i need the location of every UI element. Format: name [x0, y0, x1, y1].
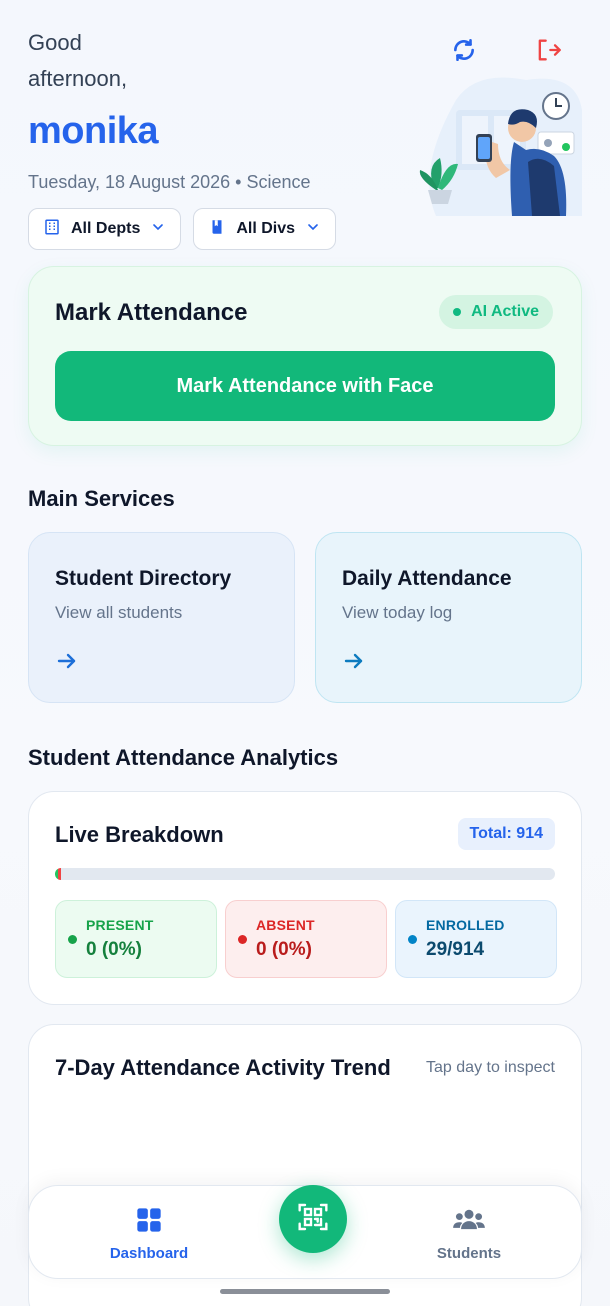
mark-attendance-card: Mark Attendance AI Active Mark Attendanc…: [28, 266, 582, 446]
ai-status-badge: AI Active: [439, 295, 553, 329]
present-dot: [68, 935, 77, 944]
student-directory-card[interactable]: Student Directory View all students: [28, 532, 295, 703]
user-name: monika: [28, 110, 159, 152]
present-stat: PRESENT 0 (0%): [55, 900, 217, 978]
total-badge: Total: 914: [457, 818, 555, 850]
chevron-down-icon: [150, 219, 166, 240]
users-icon: [452, 1206, 486, 1239]
date-line: Tuesday, 18 August 2026 • Science: [28, 172, 311, 192]
div-filter-dropdown[interactable]: All Divs: [193, 208, 337, 250]
attendance-progress-bar: [55, 868, 555, 880]
stat-value: 29/914: [426, 939, 485, 960]
building-icon: [43, 218, 61, 241]
stat-value: 0 (0%): [86, 939, 142, 960]
refresh-icon[interactable]: [448, 34, 480, 66]
greeting-line-2: afternoon,: [28, 66, 128, 91]
service-subtitle: View all students: [55, 603, 183, 622]
enrolled-stat: ENROLLED 29/914: [395, 900, 557, 978]
service-subtitle: View today log: [342, 603, 453, 622]
nav-label: Students: [436, 1245, 502, 1262]
enrolled-dot: [408, 935, 417, 944]
service-title: Daily Attendance: [342, 567, 512, 590]
student-illustration: [416, 70, 582, 216]
stat-label: ENROLLED: [426, 917, 505, 933]
status-dot: [453, 308, 462, 316]
book-icon: [208, 218, 226, 241]
live-breakdown-card: Live Breakdown Total: 914 PRESENT 0 (0%)…: [28, 791, 582, 1005]
trend-title: 7-Day Attendance Activity Trend: [55, 1055, 391, 1080]
main-services-title: Main Services: [28, 486, 175, 511]
dept-filter-label: All Depts: [71, 220, 141, 237]
trend-hint[interactable]: Tap day to inspect: [426, 1059, 555, 1077]
qr-scan-button[interactable]: [279, 1185, 347, 1253]
home-indicator: [220, 1289, 390, 1294]
stat-label: PRESENT: [86, 917, 154, 933]
nav-label: Dashboard: [109, 1245, 189, 1262]
greeting-line-1: Good: [28, 30, 82, 55]
stat-value: 0 (0%): [256, 939, 312, 960]
service-title: Student Directory: [55, 567, 232, 590]
absent-dot: [238, 935, 247, 944]
mark-attendance-title: Mark Attendance: [55, 299, 248, 326]
bottom-nav: Dashboard Students: [28, 1185, 582, 1279]
dept-filter-dropdown[interactable]: All Depts: [28, 208, 182, 250]
daily-attendance-card[interactable]: Daily Attendance View today log: [315, 532, 582, 703]
logout-icon[interactable]: [532, 34, 564, 66]
absent-stat: ABSENT 0 (0%): [225, 900, 387, 978]
live-breakdown-title: Live Breakdown: [55, 822, 224, 847]
analytics-title: Student Attendance Analytics: [28, 745, 339, 770]
arrow-right-icon: [55, 649, 79, 678]
ai-status-label: AI Active: [471, 303, 539, 320]
dashboard-grid-icon: [135, 1206, 163, 1239]
nav-students[interactable]: Students: [409, 1206, 529, 1262]
nav-dashboard[interactable]: Dashboard: [89, 1206, 209, 1262]
chevron-down-icon: [305, 219, 321, 240]
stat-label: ABSENT: [256, 917, 315, 933]
absent-segment: [58, 868, 61, 880]
qr-scan-icon: [297, 1201, 329, 1238]
arrow-right-icon: [342, 649, 366, 678]
mark-attendance-face-button[interactable]: Mark Attendance with Face: [55, 351, 555, 421]
div-filter-label: All Divs: [236, 220, 296, 237]
